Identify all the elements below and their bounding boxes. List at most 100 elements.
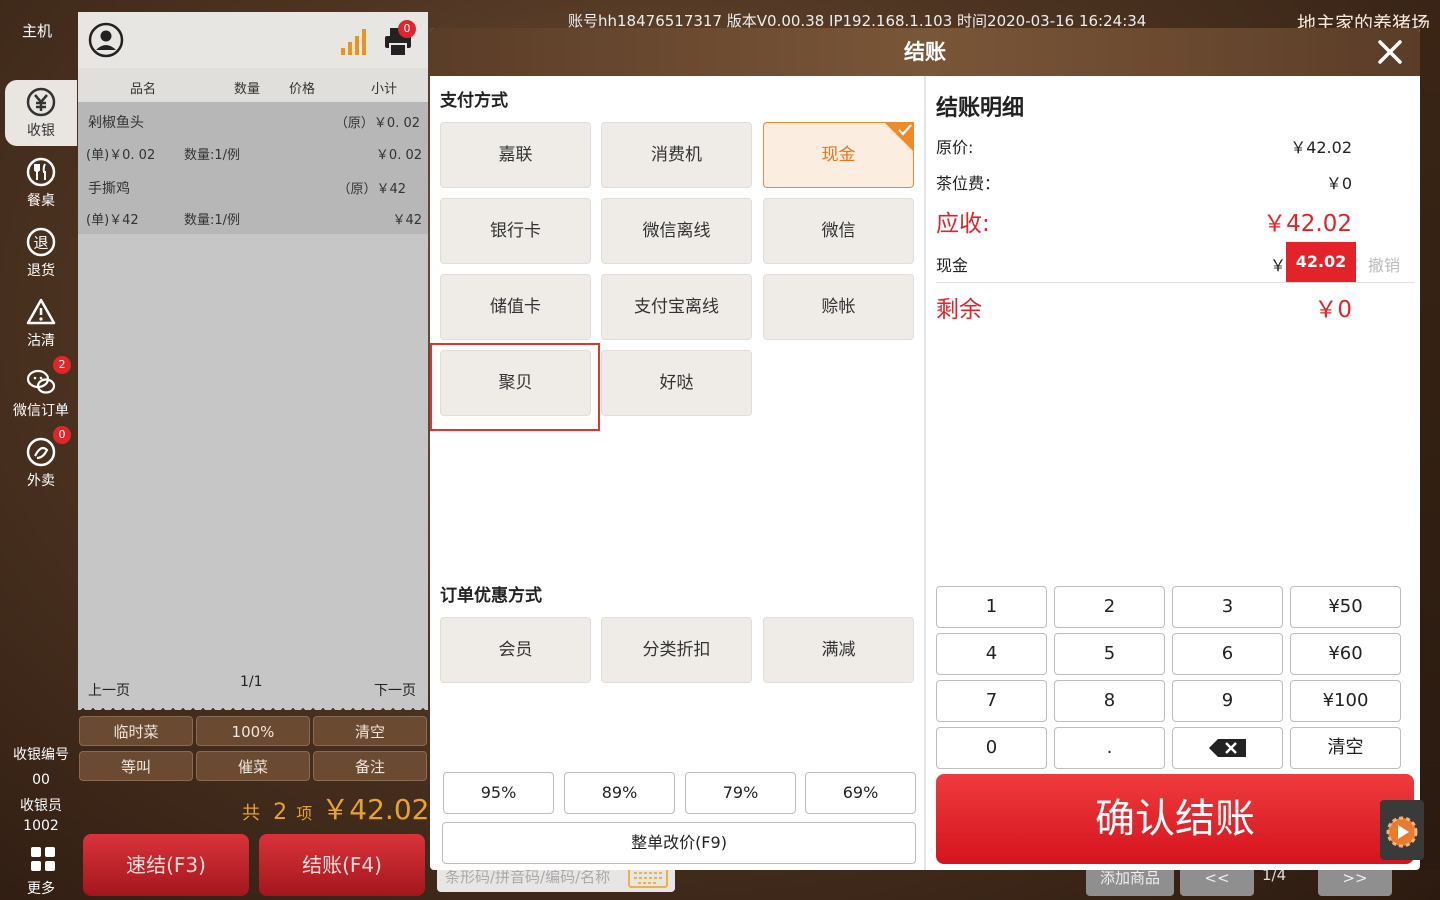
prev-page-button[interactable]: 上一页 [88,680,130,700]
sidebar-item-takeout[interactable]: 外卖 0 [5,426,77,496]
pay-method-credit[interactable]: 赊帐 [763,274,914,340]
percent-button[interactable]: 100% [196,716,310,746]
cash-label: 现金 [936,256,969,275]
key-8[interactable]: 8 [1054,680,1165,722]
item-unit-price: (单)￥0. 02 [86,148,156,163]
whole-order-price-button[interactable]: 整单改价(F9) [442,822,916,864]
key-1[interactable]: 1 [936,586,1047,628]
order-total: 共 2 项 ￥42.02 [242,788,429,828]
detail-divider [936,282,1414,283]
yen-icon [26,87,56,117]
clear-order-button[interactable]: 清空 [313,716,427,746]
sidebar-item-wechat-orders[interactable]: 微信订单 2 [5,356,77,426]
item-qty: 数量:1/例 [184,213,241,228]
pay-method-jialian[interactable]: 嘉联 [440,122,591,188]
key-60[interactable]: ¥60 [1290,633,1401,675]
discount-95-button[interactable]: 95% [443,772,554,814]
key-50[interactable]: ¥50 [1290,586,1401,628]
key-dot[interactable]: . [1054,727,1165,769]
discount-title: 订单优惠方式 [440,586,542,606]
discount-89-button[interactable]: 89% [564,772,675,814]
backspace-icon [1208,739,1246,757]
remark-button[interactable]: 备注 [313,751,427,781]
more-button[interactable]: 更多 [0,878,82,898]
sidebar-item-tables[interactable]: 餐桌 [5,150,77,216]
item-unit-price: (单)￥42 [86,213,139,228]
remain-value: ￥0 [1314,297,1352,323]
order-item[interactable]: 剁椒鱼头 （原）￥0. 02 (单)￥0. 02 数量:1/例 ￥0. 02 [78,102,428,168]
col-qty: 数量 [234,82,261,97]
sidebar-item-label: 退货 [27,263,55,279]
next-page-button[interactable]: 下一页 [374,680,416,700]
key-5[interactable]: 5 [1054,633,1165,675]
wechat-icon [26,369,56,394]
discount-79-button[interactable]: 79% [685,772,796,814]
key-backspace[interactable] [1172,727,1283,769]
discount-member[interactable]: 会员 [440,617,591,683]
warning-icon [26,298,56,325]
discount-69-button[interactable]: 69% [805,772,916,814]
tea-fee-value: ￥0 [1325,174,1352,193]
key-100[interactable]: ¥100 [1290,680,1401,722]
assistant-widget[interactable] [1380,800,1424,860]
order-item[interactable]: 手撕鸡 （原）￥42 (单)￥42 数量:1/例 ￥42 [78,168,428,234]
svg-text:退: 退 [33,234,48,252]
tea-fee-label: 茶位费： [936,174,1001,193]
due-label: 应收: [936,211,990,237]
background-strip [1420,28,1440,870]
rush-dish-button[interactable]: 催菜 [196,751,310,781]
key-2[interactable]: 2 [1054,586,1165,628]
order-panel: 0 品名 数量 价格 小计 剁椒鱼头 （原）￥0. 02 (单)￥0. 02 数… [78,12,428,706]
quick-pay-button[interactable]: 速结(F3) [83,834,249,896]
highlight-box [430,343,600,431]
modal-title: 结账 [430,28,1420,76]
cancel-cash-button[interactable]: 撤销 [1368,252,1400,276]
play-icon [1386,816,1418,848]
key-9[interactable]: 9 [1172,680,1283,722]
key-6[interactable]: 6 [1172,633,1283,675]
user-avatar-icon[interactable] [88,22,124,58]
grid-icon[interactable] [30,846,56,872]
item-orig-price: （原）￥42 [337,182,406,197]
discount-category[interactable]: 分类折扣 [601,617,752,683]
pay-method-alipay-offline[interactable]: 支付宝离线 [601,274,752,340]
check-icon [884,122,914,152]
sidebar-item-cashier[interactable]: 收银 [5,80,77,146]
host-label[interactable]: 主机 [22,20,52,41]
item-subtotal: ￥42 [392,213,422,228]
column-divider [924,76,926,870]
checkout-button[interactable]: 结账(F4) [259,834,425,896]
close-icon[interactable] [1374,36,1406,68]
pay-method-wechat[interactable]: 微信 [763,198,914,264]
key-7[interactable]: 7 [936,680,1047,722]
pay-method-cash[interactable]: 现金 [763,122,914,188]
printer-badge: 0 [398,20,416,38]
discount-full-reduction[interactable]: 满减 [763,617,914,683]
wait-call-button[interactable]: 等叫 [79,751,193,781]
key-0[interactable]: 0 [936,727,1047,769]
sidebar-item-soldout[interactable]: 沽清 [5,290,77,356]
pay-method-wechat-offline[interactable]: 微信离线 [601,198,752,264]
order-header: 0 [78,12,428,68]
item-qty: 数量:1/例 [184,148,241,163]
key-3[interactable]: 3 [1172,586,1283,628]
sidebar-item-label: 收银 [27,123,55,139]
temp-dish-button[interactable]: 临时菜 [79,716,193,746]
cashier-id: 1002 [23,818,59,834]
wechat-order-badge: 2 [53,356,71,374]
pay-method-consumer-machine[interactable]: 消费机 [601,122,752,188]
orig-price-value: ￥42.02 [1290,138,1352,157]
pay-method-haoda[interactable]: 好哒 [601,350,752,416]
confirm-checkout-button[interactable]: 确认结账 [936,774,1414,864]
order-column-header: 品名 数量 价格 小计 [78,68,428,102]
pay-method-stored-card[interactable]: 储值卡 [440,274,591,340]
total-amount: ￥42.02 [321,793,430,826]
col-price: 价格 [289,82,316,97]
cash-currency: ￥ [1270,256,1287,275]
pay-method-bank-card[interactable]: 银行卡 [440,198,591,264]
key-4[interactable]: 4 [936,633,1047,675]
cash-amount-input[interactable]: 42.02 [1286,242,1356,282]
sidebar-item-return[interactable]: 退 退货 [5,220,77,286]
checkout-modal: 结账 支付方式 嘉联 消费机 现金 银行卡 微信离线 微信 储值卡 支付宝离线 … [430,28,1420,870]
key-clear[interactable]: 清空 [1290,727,1401,769]
